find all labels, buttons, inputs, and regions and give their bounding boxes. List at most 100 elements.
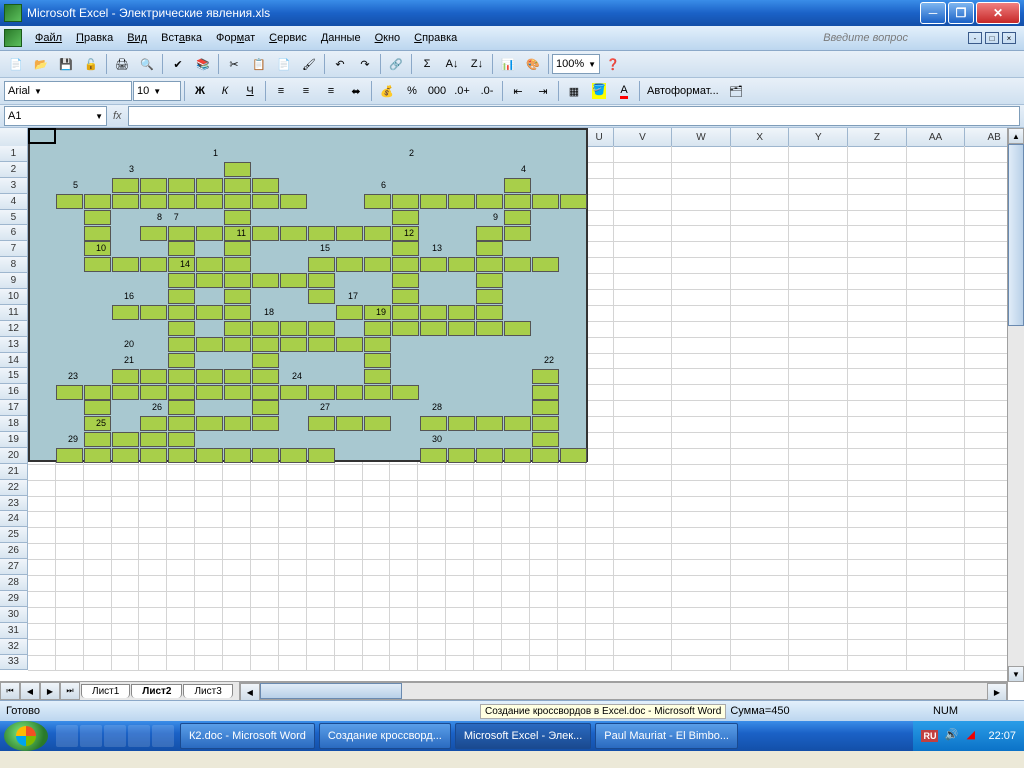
- cell[interactable]: [223, 591, 251, 608]
- cell[interactable]: [731, 384, 790, 401]
- crossword-cell[interactable]: [112, 385, 139, 400]
- crossword-cell[interactable]: [84, 385, 111, 400]
- cell[interactable]: [530, 591, 558, 608]
- cell[interactable]: [672, 400, 731, 417]
- cell[interactable]: [672, 257, 731, 274]
- crossword-cell[interactable]: [392, 321, 419, 336]
- cell[interactable]: [418, 496, 446, 513]
- cell[interactable]: [789, 337, 848, 354]
- cell[interactable]: [307, 607, 335, 624]
- cell[interactable]: [474, 559, 502, 576]
- cell[interactable]: [56, 464, 84, 481]
- crossword-cell[interactable]: [252, 369, 279, 384]
- crossword-cell[interactable]: [224, 178, 251, 193]
- cell[interactable]: [112, 464, 140, 481]
- cell[interactable]: [223, 496, 251, 513]
- cell[interactable]: [672, 480, 731, 497]
- cell[interactable]: [167, 575, 195, 592]
- col-header[interactable]: Z: [848, 128, 907, 147]
- cell[interactable]: [418, 511, 446, 528]
- cell[interactable]: [502, 607, 530, 624]
- crossword-cell[interactable]: [252, 178, 279, 193]
- crossword-cell[interactable]: [476, 257, 503, 272]
- crossword-cell[interactable]: [224, 416, 251, 431]
- row-header[interactable]: 23: [0, 496, 28, 512]
- cell[interactable]: [223, 575, 251, 592]
- cell[interactable]: [279, 655, 307, 672]
- cell[interactable]: [223, 559, 251, 576]
- crossword-cell[interactable]: [168, 226, 195, 241]
- zoom-dropdown[interactable]: 100%▼: [552, 54, 600, 74]
- row-header[interactable]: 17: [0, 400, 28, 416]
- cell[interactable]: [848, 368, 907, 385]
- crossword-cell[interactable]: [224, 385, 251, 400]
- cell[interactable]: [195, 559, 223, 576]
- dec-decimal-button[interactable]: .0-: [475, 79, 499, 103]
- taskbar-excel[interactable]: Microsoft Excel - Элек...: [455, 723, 591, 749]
- cell[interactable]: [907, 257, 966, 274]
- cell[interactable]: [84, 575, 112, 592]
- cell[interactable]: [907, 511, 966, 528]
- currency-button[interactable]: 💰: [375, 79, 399, 103]
- cell[interactable]: [672, 416, 731, 433]
- cell[interactable]: [139, 527, 167, 544]
- cell[interactable]: [307, 559, 335, 576]
- crossword-cell[interactable]: [168, 385, 195, 400]
- crossword-cell[interactable]: [168, 178, 195, 193]
- cell[interactable]: [279, 623, 307, 640]
- cell[interactable]: [84, 607, 112, 624]
- crossword-cell[interactable]: [140, 448, 167, 463]
- crossword-cell[interactable]: [252, 194, 279, 209]
- crossword-cell[interactable]: [140, 178, 167, 193]
- crossword-cell[interactable]: [84, 194, 111, 209]
- chart-button[interactable]: 📊: [496, 52, 520, 76]
- cell[interactable]: [848, 623, 907, 640]
- cell[interactable]: [907, 591, 966, 608]
- cell[interactable]: [672, 432, 731, 449]
- cell[interactable]: [789, 543, 848, 560]
- cell[interactable]: [335, 480, 363, 497]
- cell[interactable]: [614, 591, 673, 608]
- crossword-cell[interactable]: [336, 416, 363, 431]
- cell[interactable]: [907, 194, 966, 211]
- cell[interactable]: [558, 480, 586, 497]
- cell[interactable]: [279, 575, 307, 592]
- crossword-cell[interactable]: [224, 241, 251, 256]
- cell[interactable]: [363, 511, 391, 528]
- select-all-corner[interactable]: [0, 128, 28, 147]
- sheet-tab-3[interactable]: Лист3: [183, 684, 232, 698]
- crossword-cell[interactable]: [504, 321, 531, 336]
- cell[interactable]: [363, 527, 391, 544]
- cell[interactable]: [614, 464, 673, 481]
- tab-nav-first[interactable]: ⏮: [0, 682, 20, 700]
- cell[interactable]: [307, 591, 335, 608]
- crossword-cell[interactable]: [532, 448, 559, 463]
- cell[interactable]: [279, 511, 307, 528]
- crossword-cell[interactable]: [196, 226, 223, 241]
- cell[interactable]: [672, 146, 731, 163]
- cell[interactable]: [390, 623, 418, 640]
- cell[interactable]: [731, 321, 790, 338]
- cell[interactable]: [907, 464, 966, 481]
- cell[interactable]: [195, 543, 223, 560]
- crossword-cell[interactable]: [252, 385, 279, 400]
- cell[interactable]: [363, 496, 391, 513]
- crossword-cell[interactable]: [364, 337, 391, 352]
- crossword-cell[interactable]: [392, 305, 419, 320]
- ql-desktop-icon[interactable]: [80, 725, 102, 747]
- menu-file[interactable]: Файл: [28, 30, 69, 46]
- row-header[interactable]: 22: [0, 480, 28, 496]
- cell[interactable]: [363, 480, 391, 497]
- cell[interactable]: [307, 655, 335, 672]
- cell[interactable]: [56, 655, 84, 672]
- cell[interactable]: [907, 496, 966, 513]
- italic-button[interactable]: К: [213, 79, 237, 103]
- cell[interactable]: [139, 591, 167, 608]
- crossword-cell[interactable]: [168, 416, 195, 431]
- cell[interactable]: [251, 639, 279, 656]
- cell[interactable]: [848, 416, 907, 433]
- comma-button[interactable]: 000: [425, 79, 449, 103]
- cell[interactable]: [56, 639, 84, 656]
- crossword-cell[interactable]: [308, 385, 335, 400]
- cell[interactable]: [672, 607, 731, 624]
